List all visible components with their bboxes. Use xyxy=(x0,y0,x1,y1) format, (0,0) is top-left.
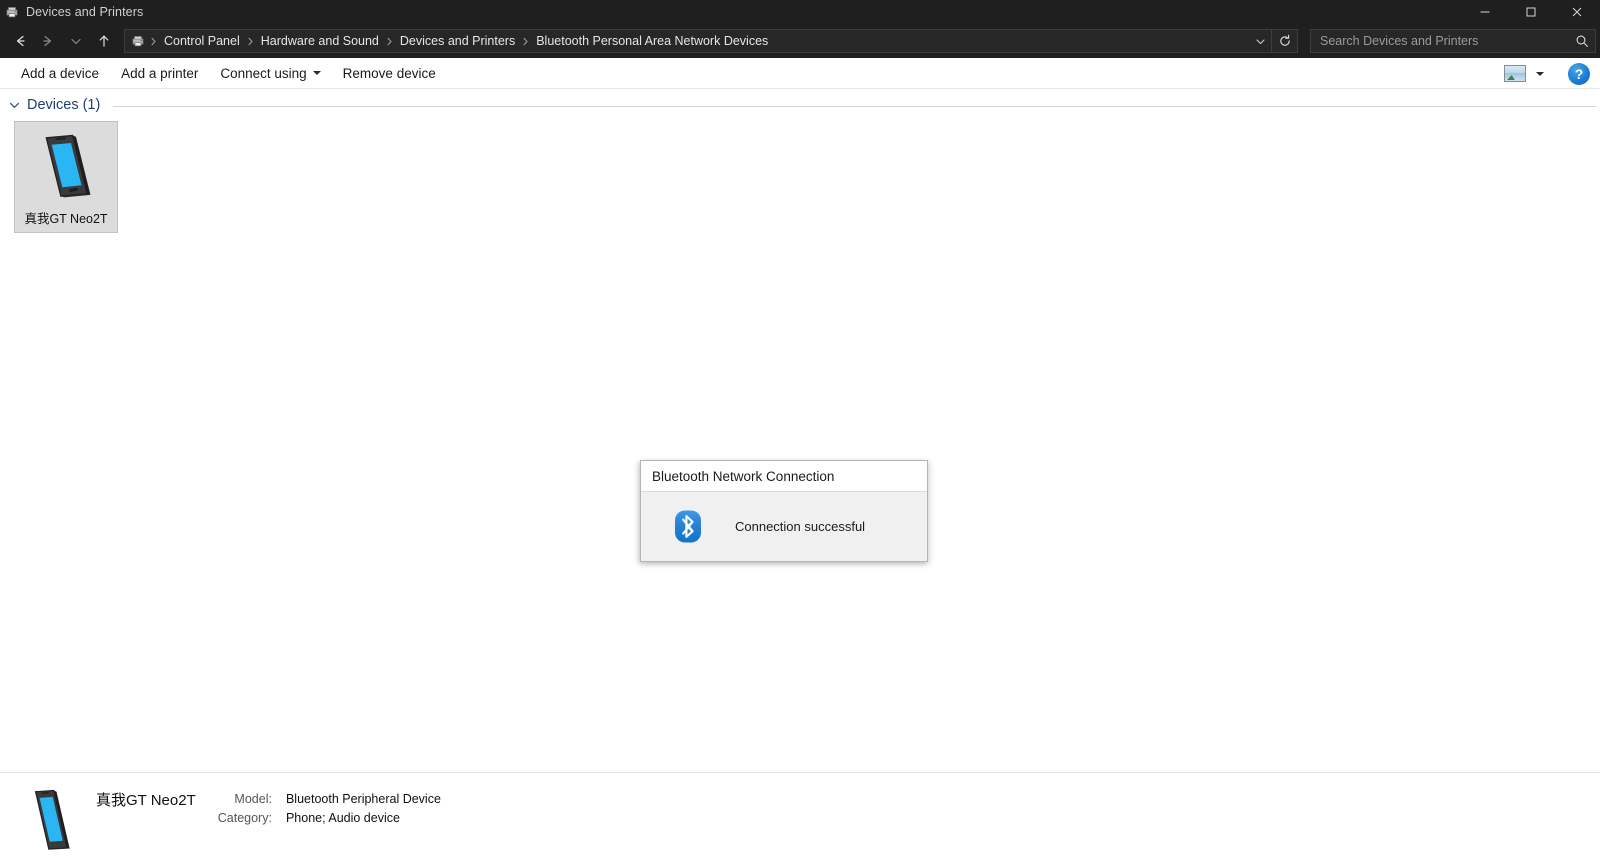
add-a-printer-button[interactable]: Add a printer xyxy=(110,62,209,85)
breadcrumb-item-bluetooth-pan-devices[interactable]: Bluetooth Personal Area Network Devices xyxy=(531,32,773,50)
change-view-icon[interactable] xyxy=(1504,65,1526,82)
dialog-title-bar: Bluetooth Network Connection xyxy=(641,461,927,492)
devices-group-title: Devices (1) xyxy=(27,97,101,113)
maximize-button[interactable] xyxy=(1508,0,1554,24)
minimize-button[interactable] xyxy=(1462,0,1508,24)
connect-using-label: Connect using xyxy=(220,65,307,81)
details-category-key: Category: xyxy=(217,811,272,825)
address-bar[interactable]: Control Panel Hardware and Sound Devices… xyxy=(124,29,1298,53)
devices-and-printers-icon xyxy=(132,36,144,47)
breadcrumb-item-hardware-and-sound[interactable]: Hardware and Sound xyxy=(256,32,384,50)
devices-group-header: Devices (1) xyxy=(0,89,1600,113)
details-device-name: 真我GT Neo2T xyxy=(96,792,196,809)
breadcrumb-item-devices-and-printers[interactable]: Devices and Printers xyxy=(395,32,520,50)
remove-device-label: Remove device xyxy=(342,65,436,81)
help-button[interactable]: ? xyxy=(1568,62,1590,85)
recent-locations-button[interactable] xyxy=(62,28,90,54)
details-category-value: Phone; Audio device xyxy=(285,811,400,825)
details-model-value: Bluetooth Peripheral Device xyxy=(285,792,441,806)
dialog-message: Connection successful xyxy=(735,519,866,534)
close-button[interactable] xyxy=(1554,0,1600,24)
add-a-printer-label: Add a printer xyxy=(121,65,199,81)
device-tile-label: 真我GT Neo2T xyxy=(24,212,108,226)
bluetooth-icon xyxy=(675,510,701,543)
phone-icon xyxy=(34,789,70,850)
details-status-bar: 真我GT Neo2T Model: Bluetooth Peripheral D… xyxy=(0,772,1600,862)
search-input[interactable] xyxy=(1311,34,1569,48)
connect-using-menu-button[interactable]: Connect using xyxy=(209,62,331,85)
forward-button[interactable] xyxy=(34,28,62,54)
breadcrumb-separator-icon xyxy=(148,36,159,47)
window-controls xyxy=(1462,0,1600,24)
bluetooth-network-connection-dialog: Bluetooth Network Connection Connection … xyxy=(640,460,928,562)
refresh-button[interactable] xyxy=(1271,29,1297,53)
search-box[interactable] xyxy=(1310,29,1596,53)
details-text-group: 真我GT Neo2T Model: Bluetooth Peripheral D… xyxy=(96,791,441,827)
add-a-device-button[interactable]: Add a device xyxy=(10,62,110,85)
toolbar-right-group: ? xyxy=(1504,58,1590,89)
device-tile[interactable]: 真我GT Neo2T xyxy=(14,121,118,233)
breadcrumb-separator-icon xyxy=(245,36,256,47)
breadcrumb-separator-icon xyxy=(384,36,395,47)
devices-and-printers-icon xyxy=(6,7,18,18)
device-tile-list: 真我GT Neo2T xyxy=(0,113,1600,233)
dialog-title: Bluetooth Network Connection xyxy=(652,468,835,484)
breadcrumb: Control Panel Hardware and Sound Devices… xyxy=(148,32,1249,50)
back-button[interactable] xyxy=(6,28,34,54)
chevron-down-icon xyxy=(312,71,321,75)
up-button[interactable] xyxy=(90,28,118,54)
change-view-chevron-down-icon[interactable] xyxy=(1536,71,1544,76)
window-title: Devices and Printers xyxy=(26,5,144,19)
address-dropdown-chevron-down-icon[interactable] xyxy=(1249,30,1271,52)
devices-and-printers-window: Devices and Printers Control Panel Hardw… xyxy=(0,0,1600,862)
group-divider xyxy=(113,105,1596,107)
navigation-bar: Control Panel Hardware and Sound Devices… xyxy=(0,24,1600,58)
breadcrumb-separator-icon xyxy=(520,36,531,47)
content-area: Devices (1) 真我GT Neo2T Bluetooth Network… xyxy=(0,89,1600,772)
add-a-device-label: Add a device xyxy=(21,65,100,81)
details-model-key: Model: xyxy=(234,792,272,806)
command-toolbar: Add a device Add a printer Connect using… xyxy=(0,58,1600,89)
breadcrumb-item-control-panel[interactable]: Control Panel xyxy=(159,32,245,50)
phone-icon xyxy=(45,134,91,198)
title-bar: Devices and Printers xyxy=(0,0,1600,24)
search-icon[interactable] xyxy=(1569,30,1595,52)
remove-device-button[interactable]: Remove device xyxy=(332,62,447,85)
dialog-body: Connection successful xyxy=(641,492,927,561)
details-fields: Model: Bluetooth Peripheral Device Categ… xyxy=(218,791,441,827)
chevron-down-icon[interactable] xyxy=(6,97,22,113)
